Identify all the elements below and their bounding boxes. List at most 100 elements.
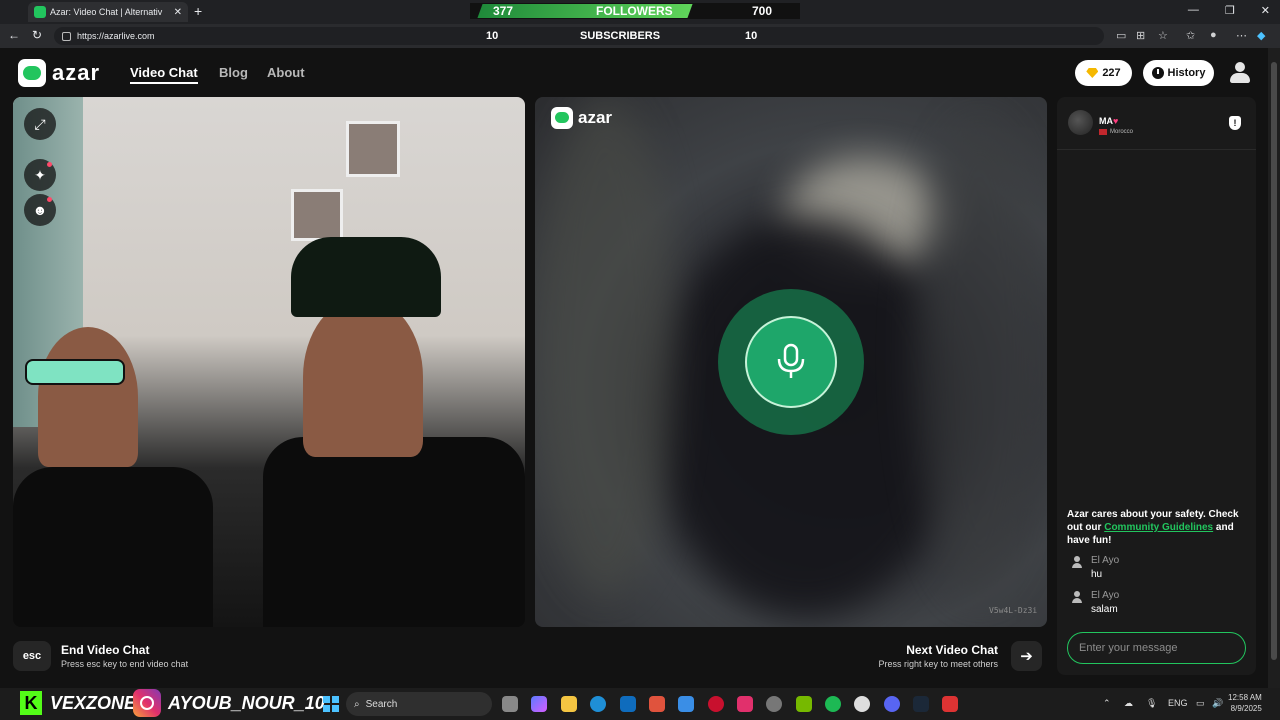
app-icon[interactable] [942, 696, 958, 712]
volume-icon[interactable]: 🔊 [1212, 698, 1223, 709]
person-right-cap [291, 237, 441, 317]
more-menu-icon[interactable]: ⋯ [1236, 29, 1247, 42]
heart-icon: ♥ [1113, 116, 1119, 126]
app-icon[interactable] [708, 696, 724, 712]
close-tab-icon[interactable]: ✕ [174, 7, 182, 18]
message-sender: El Ayo [1091, 555, 1120, 566]
page-scrollbar[interactable] [1268, 48, 1280, 688]
instagram-logo-icon [133, 689, 161, 717]
end-chat-button[interactable]: esc [13, 641, 51, 671]
nav-blog[interactable]: Blog [219, 65, 248, 80]
message-sender: El Ayo [1091, 590, 1120, 601]
minimize-icon[interactable]: — [1188, 4, 1199, 17]
local-video [13, 97, 525, 627]
spotify-icon[interactable] [825, 696, 841, 712]
extensions-icon[interactable]: ⊞ [1136, 29, 1145, 42]
profile-icon[interactable]: ● [1210, 29, 1217, 41]
tab-title: Azar: Video Chat | Alternativ [50, 7, 163, 17]
app-icon[interactable] [766, 696, 782, 712]
microphone-icon [777, 343, 805, 378]
kick-username: VEXZONE [50, 693, 137, 713]
face-filter-icon[interactable]: ☻ [24, 194, 56, 226]
followers-count: 377 [493, 4, 514, 18]
file-explorer-icon[interactable] [561, 696, 577, 712]
taskbar-search[interactable]: ⌕ Search [346, 692, 492, 716]
expand-icon[interactable]: ⤢ [24, 108, 56, 140]
person-left-face [38, 327, 138, 467]
back-icon[interactable]: ← [8, 28, 20, 42]
language-indicator[interactable]: ENG [1168, 698, 1188, 708]
mic-tray-icon[interactable]: 🎙 [1146, 698, 1157, 709]
store-icon[interactable] [678, 696, 694, 712]
followers-label: FOLLOWERS [596, 4, 673, 18]
history-label: History [1167, 67, 1206, 79]
history-button[interactable]: History [1143, 60, 1214, 86]
browser-tab[interactable]: Azar: Video Chat | Alternativ ✕ [28, 2, 188, 22]
azar-logo-icon [551, 107, 573, 129]
community-guidelines-link[interactable]: Community Guidelines [1104, 522, 1213, 533]
user-icon [1071, 591, 1083, 603]
steam-icon[interactable] [913, 696, 929, 712]
session-watermark: V5w4L-Dz3i [989, 606, 1038, 615]
favorite-star-icon[interactable]: ☆ [1158, 29, 1168, 42]
app-icon[interactable] [854, 696, 870, 712]
person-left-shirt [13, 467, 213, 627]
subscribers-count: 10 [486, 30, 499, 42]
nvidia-icon[interactable] [796, 696, 812, 712]
user-icon [1071, 556, 1083, 568]
gems-count: 227 [1102, 67, 1121, 79]
history-clock-icon [1151, 67, 1164, 79]
account-icon[interactable] [1228, 60, 1252, 86]
partner-country: Morocco [1099, 129, 1133, 135]
report-shield-icon[interactable]: ! [1229, 116, 1241, 130]
task-view-icon[interactable] [502, 696, 518, 712]
morocco-flag-icon [1099, 129, 1107, 135]
message-text: salam [1091, 604, 1118, 615]
safety-notice: Azar cares about your safety. Check out … [1067, 509, 1239, 546]
next-arrow-icon[interactable]: ➔ [1011, 641, 1042, 671]
outlook-icon[interactable] [620, 696, 636, 712]
system-clock[interactable]: 12:58 AM 8/9/2025 [1228, 692, 1262, 714]
nav-about[interactable]: About [267, 65, 305, 80]
nav-video-chat[interactable]: Video Chat [130, 65, 198, 84]
reader-icon[interactable]: ▭ [1116, 29, 1126, 42]
url-text: https://azarlive.com [77, 31, 155, 41]
reload-icon[interactable]: ↻ [32, 28, 42, 42]
app-icon[interactable] [649, 696, 665, 712]
gem-icon [1086, 68, 1099, 78]
next-chat-title: Next Video Chat [906, 643, 998, 657]
partner-avatar[interactable] [1068, 110, 1093, 135]
collections-icon[interactable]: ✩ [1186, 29, 1195, 42]
close-window-icon[interactable]: ✕ [1261, 4, 1270, 17]
clock-time: 12:58 AM [1228, 693, 1262, 702]
cloud-icon[interactable]: ☁ [1124, 698, 1133, 709]
azar-favicon-icon [34, 6, 46, 18]
microphone-button[interactable] [745, 316, 837, 408]
message-input[interactable] [1067, 632, 1246, 664]
chat-panel [1057, 97, 1256, 675]
clock-date: 8/9/2025 [1230, 704, 1262, 713]
azar-logo-text: azar [52, 60, 101, 85]
restore-icon[interactable]: ❐ [1225, 4, 1235, 17]
gems-button[interactable]: 227 [1075, 60, 1132, 86]
copilot-icon[interactable]: ◆ [1257, 29, 1265, 42]
instagram-app-icon[interactable] [737, 696, 753, 712]
search-icon: ⌕ [354, 698, 360, 710]
remote-azar-logo: azar [551, 107, 612, 129]
tray-chevron-icon[interactable]: ⌃ [1103, 698, 1111, 709]
site-info-icon[interactable] [62, 31, 71, 41]
followers-goal: 700 [752, 4, 773, 18]
azar-logo[interactable]: azar [18, 59, 100, 87]
window-controls: — ❐ ✕ [1188, 4, 1270, 17]
windows-start-icon[interactable] [323, 696, 339, 712]
wall-painting [291, 189, 343, 241]
discord-icon[interactable] [884, 696, 900, 712]
network-icon[interactable]: ▭ [1196, 698, 1205, 709]
new-tab-icon[interactable]: + [194, 3, 202, 19]
instagram-username: AYOUB_NOUR_10 [168, 693, 325, 713]
effects-sparkle-icon[interactable]: ✦ [24, 159, 56, 191]
edge-icon[interactable] [590, 696, 606, 712]
url-field[interactable]: https://azarlive.com [54, 27, 1104, 45]
copilot-app-icon[interactable] [531, 696, 547, 712]
subscribers-goal: 10 [745, 30, 758, 42]
